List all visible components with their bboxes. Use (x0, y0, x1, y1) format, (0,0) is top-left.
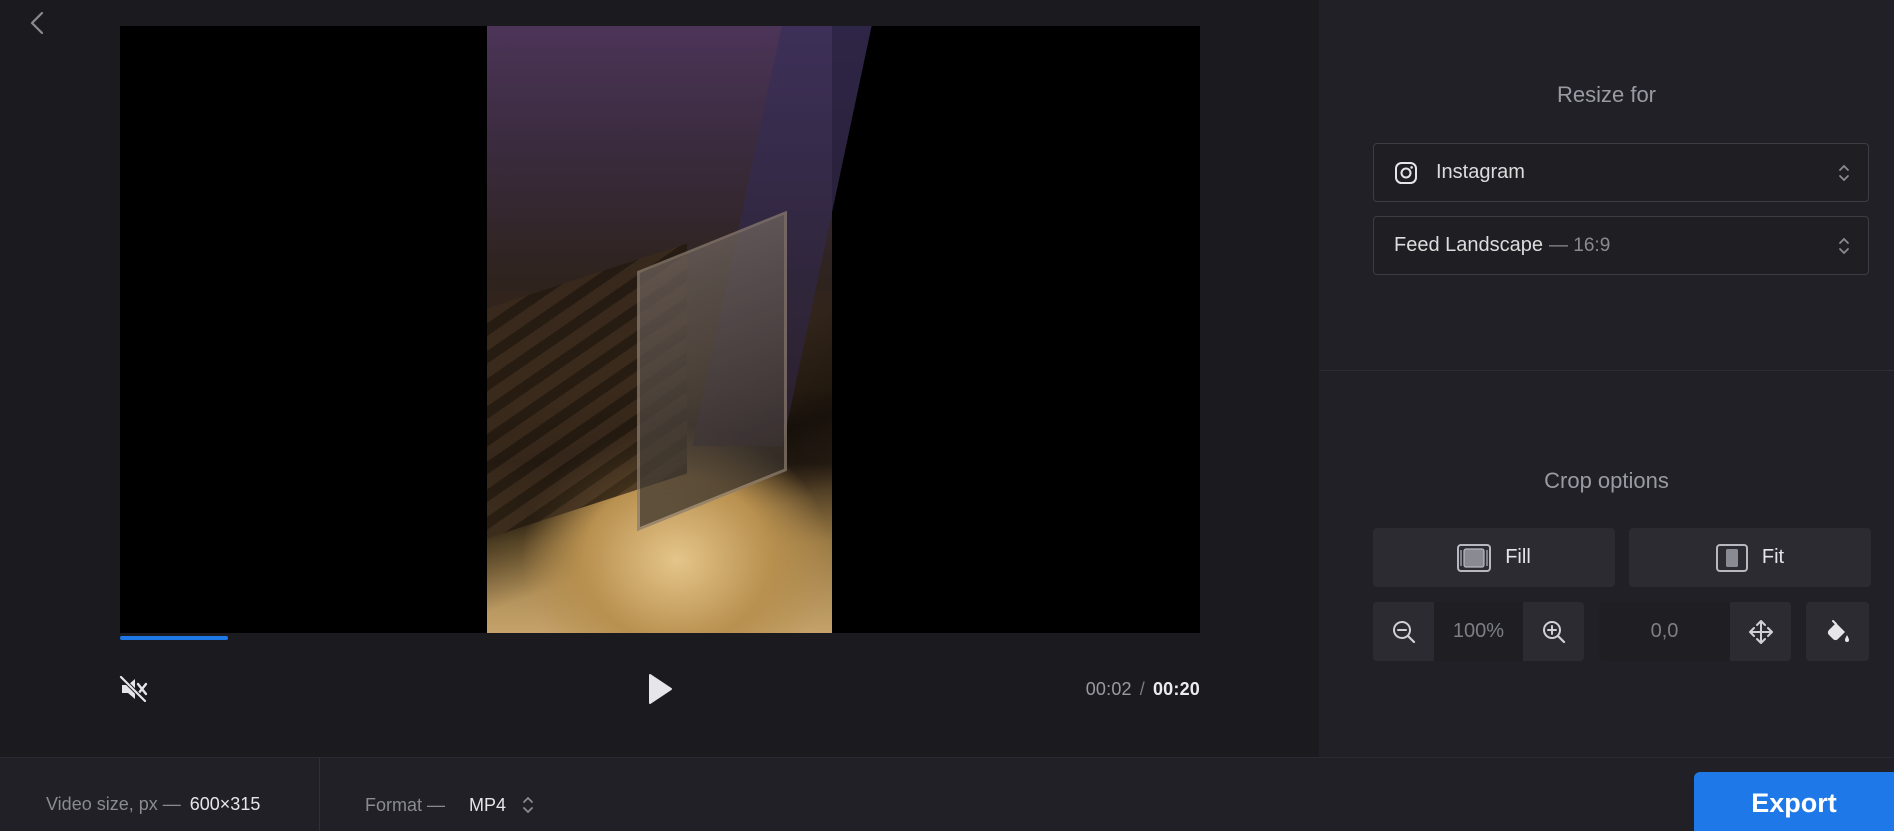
format-label: Format — (365, 794, 446, 815)
zoom-value[interactable]: 100% (1434, 602, 1523, 661)
panel-divider (1319, 370, 1894, 371)
settings-panel: Resize for Instagram Feed Landscape — 16… (1319, 0, 1894, 757)
updown-arrows-icon (523, 796, 533, 814)
play-icon (649, 674, 672, 704)
bottom-bar: Video size, px — 600×315 Format — MP4 (0, 757, 1894, 831)
bottom-bar-divider (319, 758, 320, 831)
format-value: MP4 (469, 794, 507, 815)
current-time: 00:02 (1085, 679, 1132, 699)
fit-label: Fit (1761, 546, 1785, 568)
position-value[interactable]: 0,0 (1599, 602, 1730, 661)
video-size-value: 600×315 (189, 794, 261, 814)
video-preview[interactable] (120, 26, 1200, 633)
preset-label: Feed Landscape (1394, 234, 1544, 256)
chevron-left-icon (30, 11, 44, 35)
platform-label: Instagram (1436, 161, 1525, 183)
fill-icon (1457, 543, 1492, 572)
paint-bucket-icon (1827, 619, 1849, 642)
mute-button[interactable] (116, 672, 152, 706)
editor-area: 00:02 / 00:20 (0, 0, 1319, 757)
app: 00:02 / 00:20 Resize for Instagram Feed La… (0, 0, 1894, 831)
progress-bar[interactable] (120, 636, 1200, 640)
preset-ratio: — 16:9 (1549, 234, 1611, 256)
time-separator: / (1139, 679, 1145, 699)
video-frame-image (487, 26, 872, 633)
total-time: 00:20 (1152, 679, 1200, 699)
move-button[interactable] (1730, 602, 1791, 661)
resize-title: Resize for (1556, 82, 1657, 107)
zoom-in-button[interactable] (1523, 602, 1584, 661)
video-size: Video size, px — 600×315 (46, 794, 260, 815)
zoom-in-icon (1542, 620, 1565, 643)
format-select[interactable]: Format — MP4 (365, 794, 534, 816)
platform-select[interactable]: Instagram (1373, 143, 1869, 202)
preset-select[interactable]: Feed Landscape — 16:9 (1373, 216, 1869, 275)
progress-fill (120, 636, 228, 640)
instagram-icon (1394, 161, 1418, 185)
export-label: Export (1751, 788, 1837, 818)
move-icon (1748, 619, 1773, 644)
fit-button[interactable]: Fit (1629, 528, 1871, 587)
zoom-out-icon (1392, 620, 1415, 643)
back-button[interactable] (22, 8, 52, 38)
video-size-label: Video size, px — (46, 794, 181, 814)
background-color-button[interactable] (1806, 602, 1869, 661)
play-button[interactable] (642, 670, 678, 708)
export-button[interactable]: Export (1694, 772, 1894, 831)
updown-arrows-icon (1839, 237, 1849, 254)
fill-label: Fill (1505, 546, 1531, 568)
updown-arrows-icon (1839, 164, 1849, 181)
fit-icon (1715, 543, 1748, 572)
time-display: 00:02 / 00:20 (1086, 679, 1200, 700)
crop-title: Crop options (1544, 468, 1669, 493)
fill-button[interactable]: Fill (1373, 528, 1615, 587)
mute-icon (119, 675, 148, 703)
zoom-out-button[interactable] (1373, 602, 1434, 661)
